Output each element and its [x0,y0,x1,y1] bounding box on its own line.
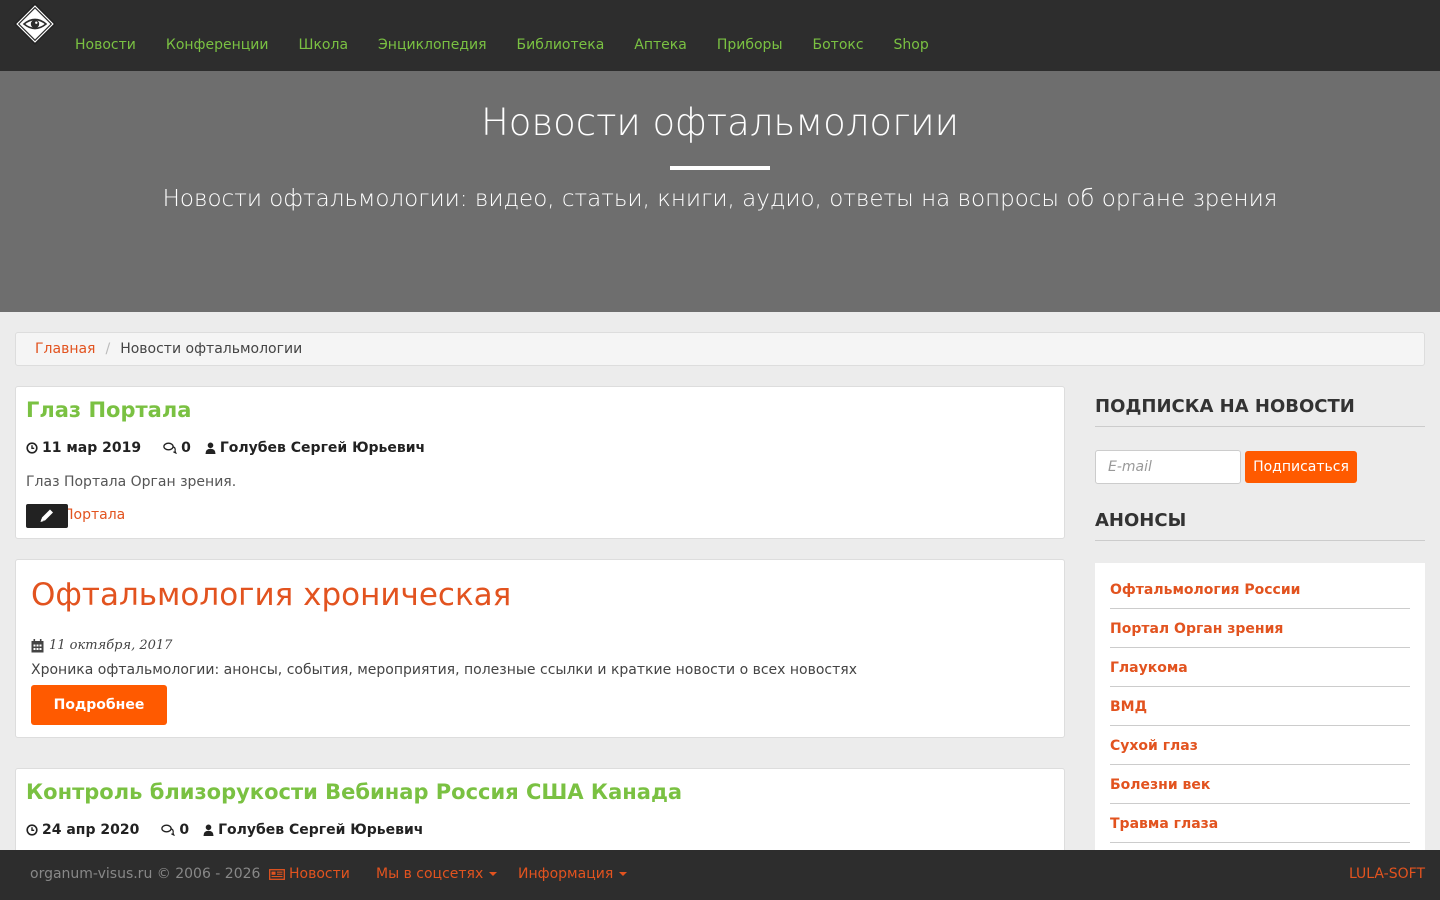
post-comment-count[interactable]: 0 [181,440,191,456]
comments-icon [163,442,177,454]
post-excerpt: Глаз Портала Орган зрения. [26,474,237,490]
email-field[interactable] [1095,450,1241,484]
footer-news-link[interactable]: Новости [269,866,350,882]
breadcrumb-home-link[interactable]: Главная [35,341,95,357]
announcement-link[interactable]: Портал Орган зрения [1110,609,1410,648]
post-excerpt: Хроника офтальмологии: анонсы, события, … [31,662,857,678]
post-date: 11 мар 2019 [42,440,142,456]
news-card: Офтальмология хроническая 11 октября, 20… [15,559,1065,738]
nav-item-news[interactable]: Новости [60,36,151,54]
announcements-list: Офтальмология России Портал Орган зрения… [1095,563,1425,863]
title-divider [670,166,770,170]
nav-item-conferences[interactable]: Конференции [151,36,284,54]
footer-news-label: Новости [289,866,350,882]
announcement-link[interactable]: Болезни век [1110,765,1410,804]
caret-down-icon [619,872,628,876]
post-title-link[interactable]: Глаз Портала [26,398,191,422]
page-subtitle: Новости офтальмологии: видео, статьи, кн… [162,186,1278,212]
nav-item-encyclopedia[interactable]: Энциклопедия [363,36,502,54]
post-tag-link[interactable]: Портала [63,507,125,523]
main-nav: Новости Конференции Школа Энциклопедия Б… [60,36,944,54]
post-title-link[interactable]: Контроль близорукости Вебинар Россия США… [26,780,682,804]
announcement-link[interactable]: Глаукома [1110,648,1410,687]
subscribe-heading: ПОДПИСКА НА НОВОСТИ [1095,396,1425,427]
news-card: Глаз Портала 11 мар 2019 0 Голубев Серге… [15,386,1065,539]
post-date: 24 апр 2020 [42,822,140,838]
footer-bar: organum-visus.ru © 2006 - 2026 Новости М… [0,850,1440,900]
copyright-text: organum-visus.ru © 2006 - 2026 [30,866,261,882]
nav-item-shop[interactable]: Shop [879,36,944,54]
social-dropdown-label: Мы в соцсетях [376,866,484,882]
announcements-heading: АНОНСЫ [1095,510,1425,541]
breadcrumb: Главная / Новости офтальмологии [15,332,1425,366]
info-dropdown[interactable]: Информация [518,866,628,882]
announcement-link[interactable]: Офтальмология России [1110,563,1410,609]
announcement-link[interactable]: ВМД [1110,687,1410,726]
nav-item-devices[interactable]: Приборы [702,36,798,54]
post-meta: 11 мар 2019 0 Голубев Сергей Юрьевич [26,440,425,456]
read-more-button[interactable]: Подробнее [31,685,167,725]
hero-banner: Новости офтальмологии Новости офтальмоло… [0,71,1440,312]
nav-item-botox[interactable]: Ботокс [798,36,879,54]
eye-logo-icon[interactable] [14,3,56,45]
calendar-icon [31,638,44,652]
social-dropdown[interactable]: Мы в соцсетях [376,866,498,882]
post-author[interactable]: Голубев Сергей Юрьевич [220,440,425,456]
announcement-link[interactable]: Сухой глаз [1110,726,1410,765]
clock-icon [26,442,38,454]
announcement-link[interactable]: Травма глаза [1110,804,1410,843]
post-date: 11 октября, 2017 [49,638,173,653]
nav-item-library[interactable]: Библиотека [502,36,620,54]
nav-item-school[interactable]: Школа [284,36,364,54]
post-author[interactable]: Голубев Сергей Юрьевич [218,822,423,838]
info-dropdown-label: Информация [518,866,614,882]
developer-link[interactable]: LULA-SOFT [1349,866,1425,882]
user-icon [205,442,216,454]
edit-button[interactable] [26,504,68,528]
breadcrumb-separator: / [105,341,111,357]
post-title: Офтальмология хроническая [31,577,512,613]
subscribe-button[interactable]: Подписаться [1245,451,1357,483]
comments-icon [161,824,176,836]
post-meta: 24 апр 2020 0 Голубев Сергей Юрьевич [26,822,423,838]
clock-icon [26,824,38,836]
nav-item-pharmacy[interactable]: Аптека [619,36,702,54]
pencil-icon [40,509,53,522]
newspaper-icon [269,868,285,880]
top-navbar: Новости Конференции Школа Энциклопедия Б… [0,0,1440,71]
breadcrumb-current: Новости офтальмологии [120,341,303,357]
page-title: Новости офтальмологии [480,101,959,144]
user-icon [203,824,214,836]
post-comment-count[interactable]: 0 [179,822,189,838]
caret-down-icon [489,872,498,876]
post-meta: 11 октября, 2017 [31,638,172,653]
